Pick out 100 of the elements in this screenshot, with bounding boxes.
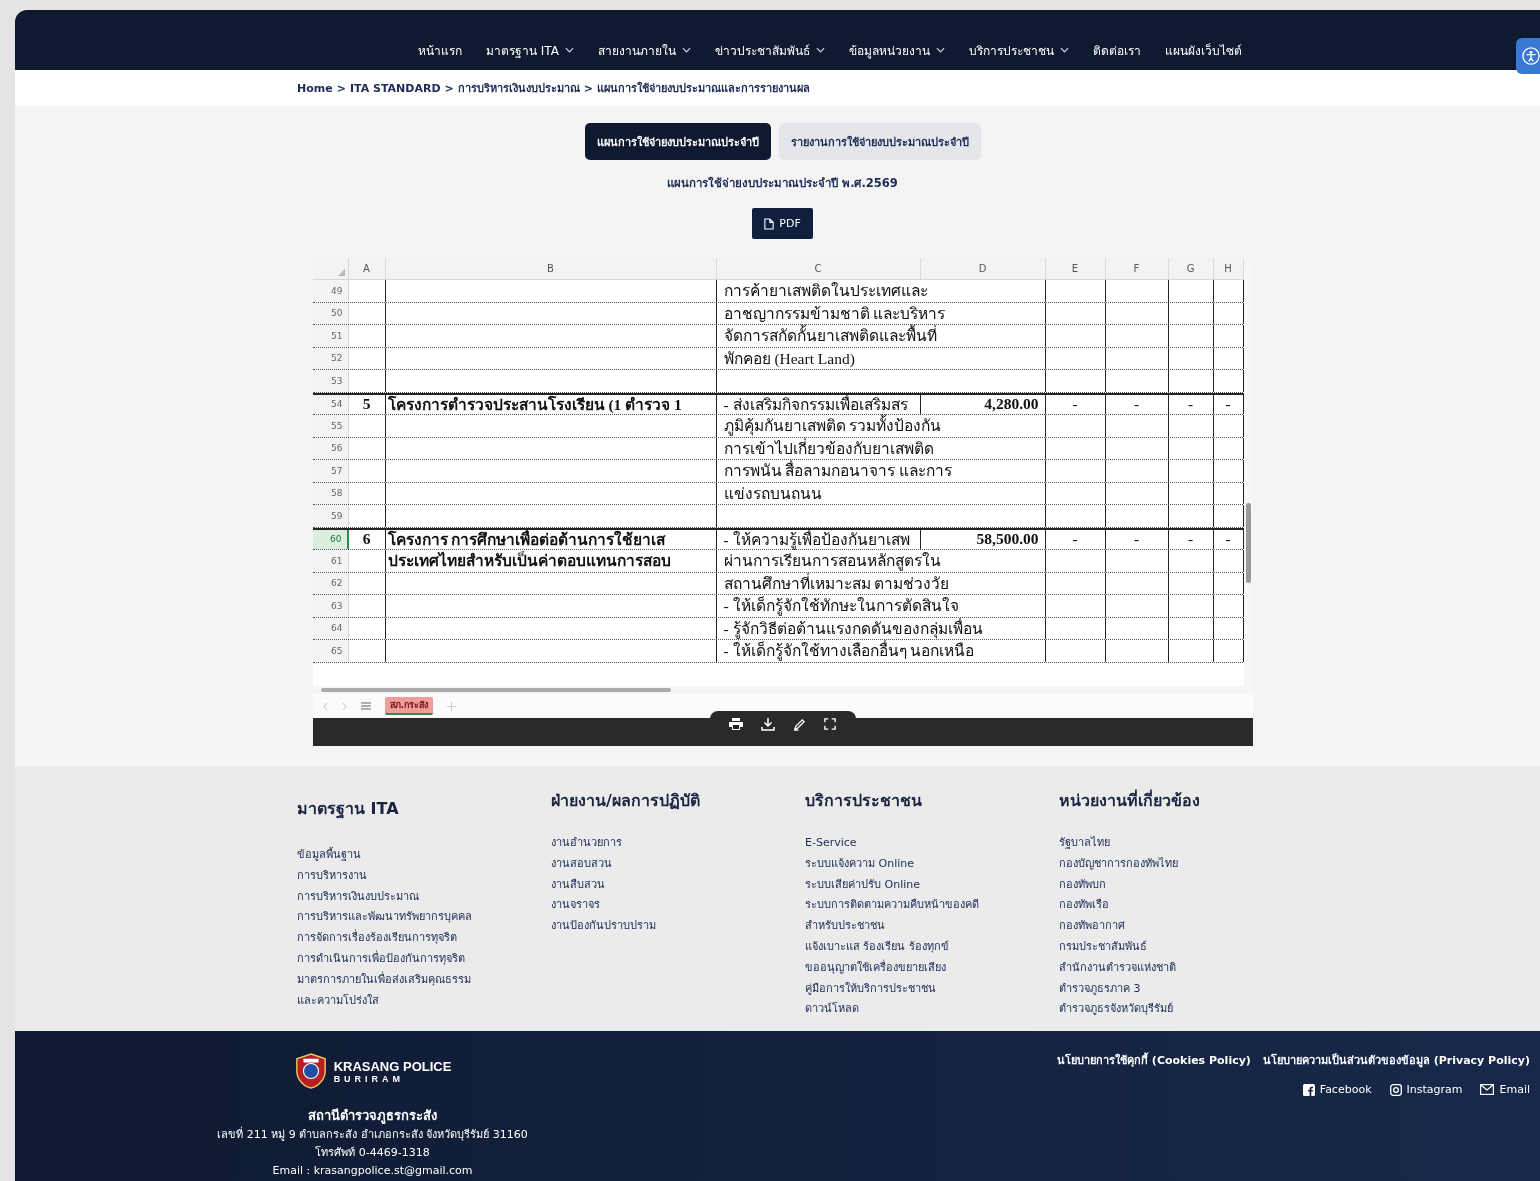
nav-link[interactable]: แผนผังเว็บไซต์ xyxy=(1164,40,1242,60)
breadcrumb-link[interactable]: ITA STANDARD xyxy=(349,81,441,95)
footer-link[interactable]: คู่มือการให้บริการประชาชน xyxy=(805,978,1059,1000)
footer-link[interactable]: งานอำนวยการ xyxy=(551,833,805,854)
police-badge-icon xyxy=(293,1052,328,1090)
address-text: เลขที่ 211 หมู่ 9 ตำบลกระสัง อำเภอกระสัง จังหวัดบุรีรัมย์ 31160 xyxy=(217,1126,528,1143)
row-number: 49 xyxy=(312,280,349,302)
nav-link[interactable]: ข่าวประชาสัมพันธ์ xyxy=(714,40,825,60)
breadcrumb-link[interactable]: Home xyxy=(297,81,333,95)
footer-link[interactable]: ระบบเสียค่าปรับ Online xyxy=(805,874,1059,896)
footer-link[interactable]: กองทัพอากาศ xyxy=(1059,916,1313,937)
document-title: แผนการใช้จ่ายงบประมาณประจำปี พ.ศ.2569 xyxy=(667,175,898,192)
footer-link[interactable]: งานป้องกันปราบปราม xyxy=(551,916,805,937)
footer-link[interactable]: ขออนุญาตใช้เครื่องขยายเสียง xyxy=(805,957,1059,979)
footer-link[interactable]: กองบัญชาการกองทัพไทย xyxy=(1059,853,1313,875)
table-cell-text: - ให้เด็กรู้จักใช้ทางเลือกอื่นๆ นอกเหนือ xyxy=(723,639,975,663)
row-number: 57 xyxy=(312,460,349,482)
table-cell: 6 xyxy=(362,530,371,549)
table-cell: - xyxy=(1187,530,1194,549)
row-number: 51 xyxy=(312,325,349,347)
breadcrumb-separator: > xyxy=(336,81,346,95)
table-cell-text: การค้ายาเสพติดในประเทศและ xyxy=(723,281,928,302)
row-number: 52 xyxy=(312,347,349,369)
accessibility-button[interactable] xyxy=(1516,38,1540,74)
footer-link[interactable]: การบริหารเงินงบประมาณ xyxy=(297,886,551,908)
table-cell-text: แข่งรถบนถนน xyxy=(723,483,822,504)
footer-link[interactable]: งานสอบสวน xyxy=(551,853,805,875)
footer-link[interactable]: ดาวน์โหลด xyxy=(805,999,1059,1021)
footer-link[interactable]: การบริหารและพัฒนาทรัพยากรบุคคล xyxy=(297,907,551,929)
column-header: D xyxy=(978,263,987,274)
person-icon xyxy=(1522,47,1540,65)
row-number: 54 xyxy=(312,394,349,414)
footer-heading: ฝ่ายงาน/ผลการปฏิบัติ xyxy=(551,790,701,812)
footer-heading: หน่วยงานที่เกี่ยวข้อง xyxy=(1059,788,1201,812)
social-link[interactable]: Facebook xyxy=(1302,1083,1372,1096)
table-cell: - xyxy=(1187,395,1194,414)
nav-link[interactable]: ข้อมูลหน่วยงาน xyxy=(848,40,945,60)
table-cell: - xyxy=(1225,530,1231,549)
footer-link[interactable]: ตำรวจภูธรจังหวัดบุรีรัมย์ xyxy=(1059,999,1313,1021)
footer-link[interactable]: ระบบแจ้งความ Online xyxy=(805,853,1059,875)
social-link[interactable]: Instagram xyxy=(1389,1083,1463,1096)
table-cell-text: การเข้าไปเกี่ยวข้องกับยาเสพติด xyxy=(723,437,934,459)
footer-link[interactable]: ระบบการติดตามความคืบหน้าของคดี xyxy=(805,895,1059,917)
print-icon[interactable] xyxy=(729,718,743,730)
breadcrumb-link[interactable]: การบริหารเงินงบประมาณ xyxy=(457,79,580,97)
table-cell-text: การพนัน สื่อลามกอนาจาร และการ xyxy=(723,459,953,482)
column-header: G xyxy=(1186,263,1195,274)
document-icon xyxy=(764,217,775,230)
social-link[interactable]: Email xyxy=(1480,1083,1530,1096)
email-text: Email : krasangpolice.st@gmail.com xyxy=(272,1163,473,1179)
row-number: 56 xyxy=(312,437,349,459)
table-cell: ประเทศไทยสำหรับเป็นค่าตอบแทนการสอบ xyxy=(387,550,671,572)
column-header: F xyxy=(1133,263,1140,274)
footer-link[interactable]: ข้อมูลพื้นฐาน xyxy=(297,845,551,866)
footer-link[interactable]: กรมประชาสัมพันธ์ xyxy=(1059,937,1313,958)
facebook-icon xyxy=(1302,1083,1315,1096)
logo-subtitle: BURIRAM xyxy=(333,1073,406,1084)
footer-link[interactable]: สำนักงานตำรวจแห่งชาติ xyxy=(1059,957,1313,979)
footer-link[interactable]: แจ้งเบาะแส ร้องเรียน ร้องทุกข์ xyxy=(805,937,1059,958)
footer-link[interactable]: กองทัพบก xyxy=(1059,874,1313,896)
tab[interactable]: รายงานการใช้จ่ายงบประมาณประจำปี xyxy=(778,123,981,160)
row-number: 53 xyxy=(312,370,349,392)
nav-link[interactable]: ติดต่อเรา xyxy=(1092,40,1141,60)
footer-link[interactable]: การบริหารงาน xyxy=(297,865,551,887)
row-number: 62 xyxy=(312,572,349,594)
sheet-tab[interactable]: สภ.กระสัง xyxy=(384,697,433,715)
table-cell-text: - ให้ความรู้เพื่อป้องกันยาเสพ xyxy=(723,528,910,552)
nav-link[interactable]: หน้าแรก xyxy=(418,40,462,60)
fullscreen-icon[interactable] xyxy=(824,718,836,730)
table-cell-text: - รู้จักวิธีต่อต้านแรงกดดันของกลุ่มเพื่อน xyxy=(723,617,983,640)
camera-icon xyxy=(1389,1083,1402,1096)
phone-text: โทรศัพท์ 0-4469-1318 xyxy=(315,1145,430,1161)
footer-link[interactable]: งานจราจร xyxy=(551,895,805,917)
tab[interactable]: แผนการใช้จ่ายงบประมาณประจำปี xyxy=(584,123,771,160)
footer-link[interactable]: รัฐบาลไทย xyxy=(1059,833,1313,854)
table-cell: 4,280.00 xyxy=(984,395,1039,414)
footer-link[interactable]: งานสืบสวน xyxy=(551,874,805,896)
download-icon[interactable] xyxy=(761,717,775,731)
pdf-button[interactable]: PDF xyxy=(752,208,813,239)
table-cell: - xyxy=(1072,530,1078,549)
footer-link[interactable]: การจัดการเรื่องร้องเรียนการทุจริต xyxy=(297,928,551,949)
footer-link[interactable]: และความโปร่งใส xyxy=(297,990,551,1012)
table-cell-text: พักคอย (Heart Land) xyxy=(723,348,855,369)
envelope-icon xyxy=(1480,1084,1495,1095)
policy-link[interactable]: นโยบายการใช้คุกกี้ (Cookies Policy) xyxy=(1057,1051,1251,1069)
footer-link[interactable]: การดำเนินการเพื่อป้องกันการทุจริต xyxy=(297,949,551,970)
select-all-icon xyxy=(337,269,345,276)
nav-link[interactable]: บริการประชาชน xyxy=(968,40,1069,60)
table-cell-text: สถานศึกษาที่เหมาะสม ตามช่วงวัย xyxy=(723,572,950,594)
footer-link[interactable]: ตำรวจภูธรภาค 3 xyxy=(1059,978,1313,1000)
policy-link[interactable]: นโยบายความเป็นส่วนตัวของข้อมูล (Privacy Policy) xyxy=(1262,1051,1530,1069)
footer-link[interactable]: สำหรับประชาชน xyxy=(805,916,1059,937)
footer-link[interactable]: มาตรการภายในเพื่อส่งเสริมคุณธรรม xyxy=(297,969,551,991)
nav-link[interactable]: สายงานภายใน xyxy=(597,40,691,60)
table-cell-text: - ให้เด็กรู้จักใช้ทักษะในการตัดสินใจ xyxy=(723,595,959,618)
table-cell: โครงการตำรวจประสานโรงเรียน (1 ตำรวจ 1 xyxy=(387,394,682,414)
nav-link[interactable]: มาตรฐาน ITA xyxy=(486,40,574,60)
footer-link[interactable]: กองทัพเรือ xyxy=(1059,895,1313,917)
footer-link[interactable]: E-Service xyxy=(805,833,1059,854)
pencil-icon[interactable] xyxy=(793,717,806,731)
